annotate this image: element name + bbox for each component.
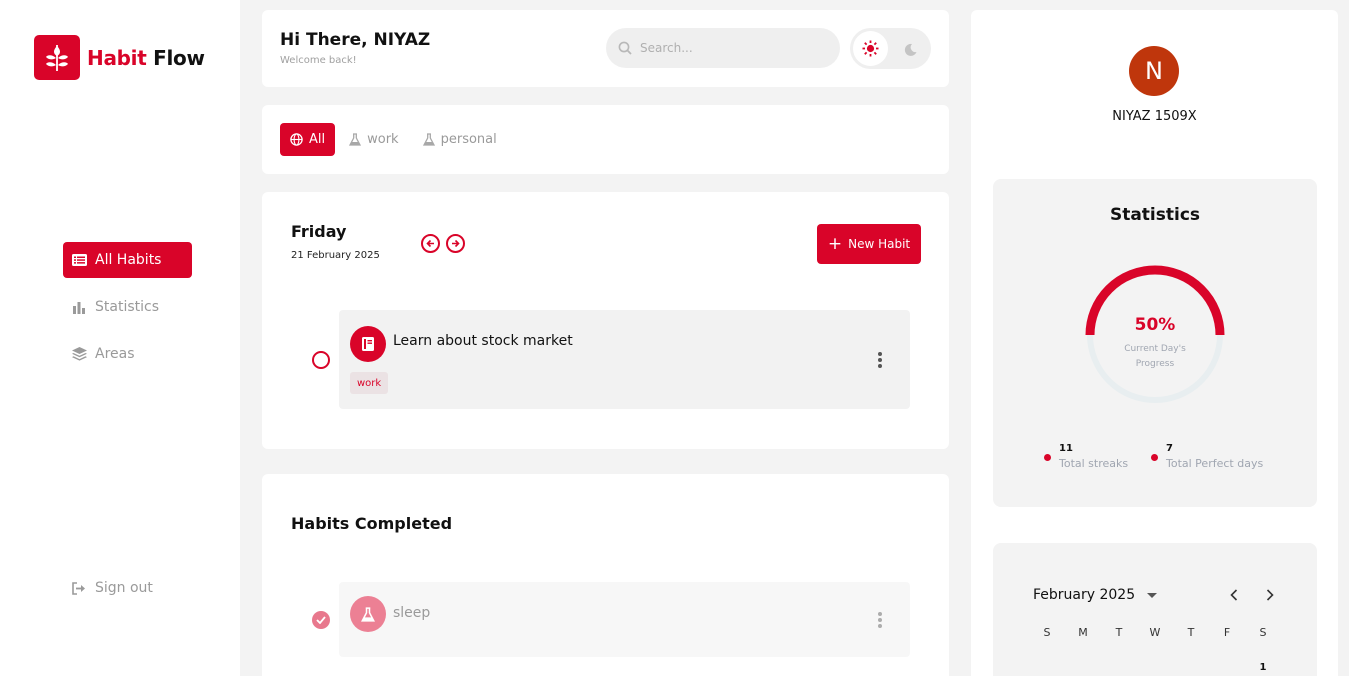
sun-icon[interactable]	[853, 31, 888, 66]
calendar-weekdays: S M T W T F S	[1029, 626, 1281, 639]
username: NIYAZ 1509X	[1112, 109, 1197, 124]
day-name: Friday	[291, 222, 347, 241]
calendar: February 2025 S M T W T F S 1	[993, 543, 1317, 676]
leaf-logo-icon	[34, 35, 80, 80]
stat-label: Total streaks	[1059, 457, 1129, 470]
sidebar: Habit Flow All Habits Statistics Areas S…	[0, 0, 240, 676]
avatar[interactable]: N	[1129, 46, 1179, 96]
app-name: Habit Flow	[87, 46, 205, 70]
stat-dot	[1151, 454, 1158, 461]
search-box[interactable]	[606, 28, 840, 68]
sidebar-item-label: All Habits	[95, 252, 162, 268]
completed-habit-item[interactable]: sleep	[339, 582, 910, 657]
book-icon	[350, 326, 386, 362]
check-icon	[316, 616, 326, 624]
app-name-part1: Habit	[87, 45, 147, 70]
stat-label: Total Perfect days	[1166, 457, 1264, 470]
plus-icon: +	[827, 233, 843, 254]
statistics-panel: Statistics 50% Current Day's Progress 11…	[993, 179, 1317, 507]
filter-all[interactable]: All	[280, 123, 336, 156]
sign-out-label: Sign out	[95, 580, 153, 596]
header-card: Hi There, NIYAZ Welcome back!	[262, 10, 949, 87]
habit-item[interactable]: Learn about stock market work	[339, 310, 910, 409]
weekday-label: W	[1149, 626, 1161, 639]
weekday-label: F	[1223, 626, 1231, 639]
arrow-right-icon	[451, 239, 460, 248]
habit-checkbox-checked[interactable]	[312, 611, 330, 629]
calendar-month-select[interactable]: February 2025	[1033, 587, 1158, 603]
caret-down-icon	[1147, 592, 1158, 598]
statistics-title: Statistics	[1109, 205, 1201, 225]
more-options-icon[interactable]	[878, 352, 882, 370]
flask-icon	[350, 596, 386, 632]
filter-card: All work personal	[262, 105, 949, 174]
progress-label: Current Day's Progress	[1124, 344, 1186, 369]
flask-icon	[422, 133, 435, 146]
sidebar-item-areas[interactable]: Areas	[63, 336, 192, 372]
sidebar-item-statistics[interactable]: Statistics	[63, 289, 192, 325]
weekday-label: M	[1078, 626, 1088, 639]
next-day-button[interactable]	[446, 234, 465, 253]
stat-total-streaks: 11 Total streaks	[1044, 443, 1128, 470]
greeting-subtitle: Welcome back!	[280, 55, 357, 66]
stat-value: 7	[1166, 443, 1173, 454]
calendar-day[interactable]: 1	[1245, 662, 1281, 673]
stat-total-perfect-days: 7 Total Perfect days	[1151, 443, 1263, 470]
calendar-prev-button[interactable]	[1226, 587, 1242, 603]
chevron-left-icon	[1230, 589, 1238, 601]
app-logo[interactable]: Habit Flow	[34, 35, 205, 80]
arrow-left-icon	[426, 239, 435, 248]
sign-out-button[interactable]: Sign out	[71, 580, 153, 596]
sidebar-nav: All Habits Statistics Areas	[63, 242, 192, 383]
greeting-title: Hi There, NIYAZ	[280, 30, 431, 50]
theme-toggle[interactable]	[850, 28, 931, 69]
filter-label: work	[367, 132, 399, 147]
list-icon	[71, 252, 87, 268]
globe-icon	[290, 133, 303, 146]
filter-personal[interactable]: personal	[413, 123, 507, 156]
new-habit-button[interactable]: + New Habit	[817, 224, 921, 264]
bar-chart-icon	[71, 299, 87, 315]
stat-dot	[1044, 454, 1051, 461]
right-panel: N NIYAZ 1509X Statistics 50% Current Day…	[971, 10, 1338, 676]
flask-icon	[349, 133, 362, 146]
sidebar-item-label: Areas	[95, 346, 135, 362]
progress-ring	[1085, 265, 1225, 403]
search-icon	[618, 41, 632, 55]
search-input[interactable]	[640, 41, 820, 55]
chevron-right-icon	[1266, 589, 1274, 601]
completed-title: Habits Completed	[291, 514, 453, 533]
filter-label: personal	[440, 132, 497, 147]
app-name-part2: Flow	[153, 45, 205, 70]
habit-area-tag: work	[350, 372, 389, 394]
calendar-month-label: February 2025	[1033, 587, 1136, 603]
filter-work[interactable]: work	[339, 123, 408, 156]
weekday-label: T	[1187, 626, 1195, 639]
filter-label: All	[309, 132, 326, 147]
weekday-label: T	[1115, 626, 1123, 639]
habit-checkbox[interactable]	[312, 351, 330, 369]
sign-out-icon	[71, 581, 87, 595]
stat-value: 11	[1059, 443, 1073, 454]
completed-habits-card: Habits Completed sleep	[262, 474, 949, 676]
weekday-label: S	[1043, 626, 1051, 639]
habit-name: sleep	[393, 605, 431, 621]
weekday-label: S	[1259, 626, 1267, 639]
day-date: 21 February 2025	[291, 250, 380, 261]
sidebar-item-label: Statistics	[95, 299, 159, 315]
progress-percent: 50%	[1134, 315, 1176, 335]
habit-name: Learn about stock market	[393, 333, 573, 349]
calendar-next-button[interactable]	[1262, 587, 1278, 603]
layers-icon	[71, 346, 87, 362]
day-navigation	[421, 234, 471, 253]
moon-icon[interactable]	[900, 39, 920, 59]
more-options-icon[interactable]	[878, 612, 882, 630]
new-habit-label: New Habit	[848, 237, 911, 251]
previous-day-button[interactable]	[421, 234, 440, 253]
sidebar-item-all-habits[interactable]: All Habits	[63, 242, 192, 278]
day-habits-card: Friday 21 February 2025 + New Habit Lear…	[262, 192, 949, 449]
area-filters: All work personal	[280, 123, 511, 156]
